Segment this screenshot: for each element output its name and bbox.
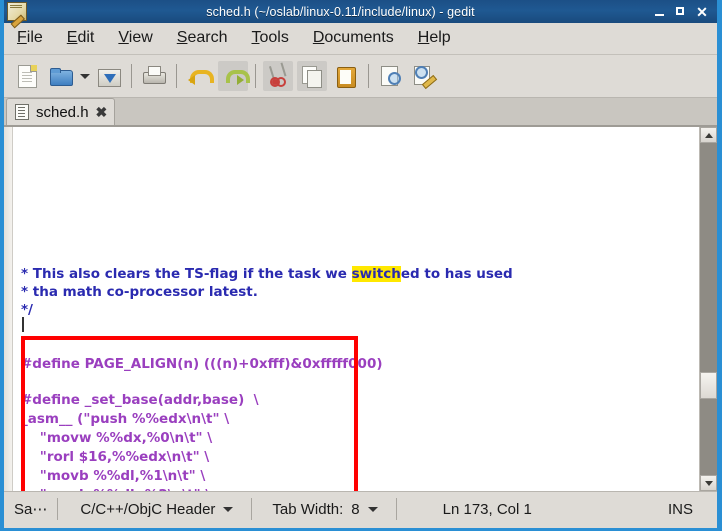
code-text: "rorl $16,%%edx\n\t" \ xyxy=(21,449,209,465)
tab-label: sched.h xyxy=(36,104,89,121)
chevron-down-icon xyxy=(80,74,90,79)
text-document-icon xyxy=(15,104,29,120)
chevron-down-icon xyxy=(223,507,233,512)
code-text: ed to has used xyxy=(401,266,513,282)
cursor-position-label: Ln 173, Col 1 xyxy=(443,501,532,518)
scrollbar-track[interactable] xyxy=(700,143,717,475)
window-controls: ✕ xyxy=(654,6,717,18)
cut-button[interactable] xyxy=(263,61,293,91)
code-text: "movb %%dl,%1\n\t" \ xyxy=(21,468,205,484)
toolbar-separator xyxy=(368,64,369,88)
save-button[interactable] xyxy=(94,61,124,91)
menu-item-file[interactable]: File xyxy=(17,28,57,49)
code-line: #define PAGE_ALIGN(n) (((n)+0xfff)&0xfff… xyxy=(21,355,383,373)
tab-bar: sched.h ✖ xyxy=(4,98,717,126)
copy-pages-icon xyxy=(302,66,323,87)
code-line: * tha math co-processor latest. xyxy=(21,283,258,301)
menu-item-tools[interactable]: Tools xyxy=(251,28,302,49)
find-replace-pencil-icon xyxy=(414,66,436,86)
magnifier-page-icon xyxy=(381,66,402,86)
redo-button[interactable] xyxy=(218,61,248,91)
find-button[interactable] xyxy=(376,61,406,91)
gedit-app-icon xyxy=(7,2,27,21)
code-line: _asm__ ("push %%edx\n\t" \ xyxy=(21,410,229,428)
language-selector[interactable]: C/C++/ObjC Header xyxy=(58,492,251,526)
new-document-button[interactable] xyxy=(12,61,42,91)
tab-close-icon[interactable]: ✖ xyxy=(96,106,108,118)
text-view[interactable]: * This also clears the TS-flag if the ta… xyxy=(13,127,699,491)
code-line: #define _set_base(addr,base) \ xyxy=(21,391,259,409)
status-bar: Sa⋯ C/C++/ObjC Header Tab Width: 8 Ln 17… xyxy=(4,491,717,526)
code-text: "movw %%dx,%0\n\t" \ xyxy=(21,430,212,446)
minimize-icon[interactable] xyxy=(654,6,666,18)
save-state-label: Sa⋯ xyxy=(14,500,47,518)
tab-width-selector[interactable]: Tab Width: 8 xyxy=(252,492,395,526)
print-button[interactable] xyxy=(139,61,169,91)
gedit-window: sched.h (~/oslab/linux-0.11/include/linu… xyxy=(0,0,722,531)
chevron-down-icon xyxy=(368,507,378,512)
tab-width-value: 8 xyxy=(351,501,359,518)
cursor-position: Ln 173, Col 1 xyxy=(397,492,542,526)
clipboard-icon xyxy=(337,66,356,87)
code-text: * tha math co-processor latest. xyxy=(21,284,258,300)
code-line: * This also clears the TS-flag if the ta… xyxy=(21,265,513,283)
scrollbar-thumb[interactable] xyxy=(700,372,717,399)
code-text: _asm__ ("push %%edx\n\t" \ xyxy=(21,411,229,427)
editor-area: * This also clears the TS-flag if the ta… xyxy=(4,126,717,491)
undo-arrow-icon xyxy=(188,67,210,85)
menu-item-help[interactable]: Help xyxy=(418,28,465,49)
insert-mode-indicator: INS xyxy=(658,492,717,526)
code-line: "movb %%dh,%2\n\t" \ xyxy=(21,486,210,491)
text-caret xyxy=(22,317,24,332)
close-icon[interactable]: ✕ xyxy=(696,6,708,18)
editor-left-margin xyxy=(4,127,13,491)
code-line: "movb %%dl,%1\n\t" \ xyxy=(21,467,205,485)
redo-arrow-icon xyxy=(222,67,244,85)
toolbar-separator xyxy=(131,64,132,88)
save-disk-icon xyxy=(98,66,120,87)
save-state-indicator: Sa⋯ xyxy=(4,492,57,526)
tab-sched-h[interactable]: sched.h ✖ xyxy=(6,98,115,125)
menu-item-edit[interactable]: Edit xyxy=(67,28,109,49)
code-line: "rorl $16,%%edx\n\t" \ xyxy=(21,448,209,466)
insert-mode-label: INS xyxy=(668,501,693,518)
code-text: */ xyxy=(21,302,33,318)
search-highlight: switch xyxy=(352,266,401,282)
toolbar-separator xyxy=(176,64,177,88)
scroll-up-icon[interactable] xyxy=(700,127,717,143)
code-text: #define PAGE_ALIGN(n) (((n)+0xfff)&0xfff… xyxy=(21,356,383,372)
language-label: C/C++/ObjC Header xyxy=(80,501,215,518)
window-title: sched.h (~/oslab/linux-0.11/include/linu… xyxy=(27,5,654,19)
open-folder-icon xyxy=(50,68,72,85)
open-recent-dropdown[interactable] xyxy=(78,61,92,91)
toolbar-separator xyxy=(255,64,256,88)
scroll-down-icon[interactable] xyxy=(700,475,717,491)
menu-item-search[interactable]: Search xyxy=(177,28,242,49)
maximize-icon[interactable] xyxy=(675,6,687,18)
paste-button[interactable] xyxy=(331,61,361,91)
vertical-scrollbar[interactable] xyxy=(699,127,717,491)
printer-icon xyxy=(143,66,165,86)
toolbar xyxy=(4,55,717,98)
title-bar: sched.h (~/oslab/linux-0.11/include/linu… xyxy=(4,0,717,23)
menu-bar: File Edit View Search Tools Documents He… xyxy=(4,23,717,55)
tab-width-label: Tab Width: xyxy=(272,501,343,518)
code-text: #define _set_base(addr,base) \ xyxy=(21,392,259,408)
copy-button[interactable] xyxy=(297,61,327,91)
menu-item-documents[interactable]: Documents xyxy=(313,28,408,49)
menu-item-view[interactable]: View xyxy=(118,28,166,49)
code-text: * This also clears the TS-flag if the ta… xyxy=(21,266,352,282)
replace-button[interactable] xyxy=(410,61,440,91)
undo-button[interactable] xyxy=(184,61,214,91)
new-document-icon xyxy=(18,65,37,88)
open-document-button[interactable] xyxy=(46,61,76,91)
scissors-icon xyxy=(268,66,288,87)
code-text: "movb %%dh,%2\n\t" \ xyxy=(21,487,210,491)
code-line: "movw %%dx,%0\n\t" \ xyxy=(21,429,212,447)
